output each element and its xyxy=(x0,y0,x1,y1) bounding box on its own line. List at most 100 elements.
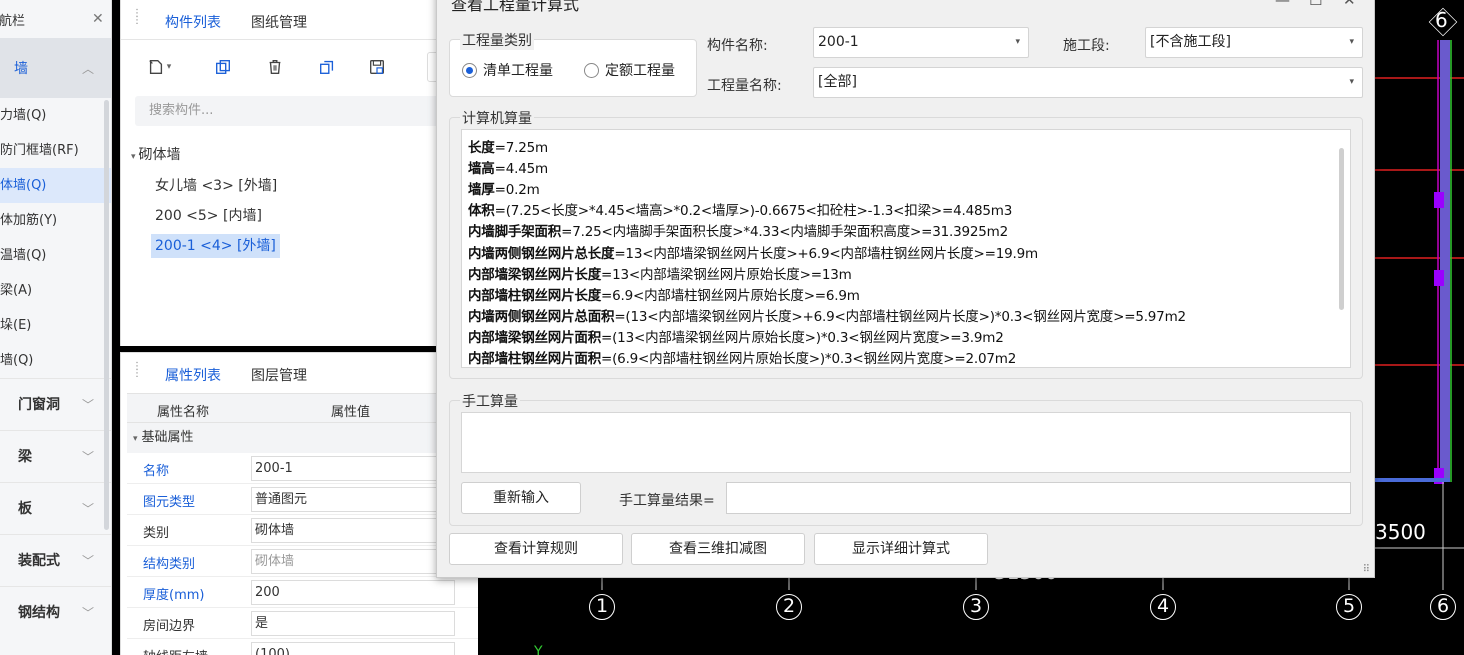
show-detailed-formula-button[interactable]: 显示详细计算式 xyxy=(814,533,988,565)
drag-handle-icon[interactable]: ⋮ ⋮ xyxy=(132,362,142,385)
duplicate-floor-button[interactable] xyxy=(311,52,343,82)
property-name: 房间边界 xyxy=(143,619,196,634)
axis-bubble: 5 xyxy=(1333,590,1365,626)
tab-drawing-management[interactable]: 图纸管理 xyxy=(251,12,307,32)
axis-bubble-label: 5 xyxy=(1343,595,1356,617)
dimension-label-3500: 3500 xyxy=(1375,520,1426,544)
tree-root-masonry-wall[interactable]: ▾ 砌体墙 xyxy=(131,144,181,164)
formula-key: 内墙两侧钢丝网片总长度 xyxy=(468,245,615,262)
nav-item[interactable]: 温墙(Q) xyxy=(0,238,111,273)
chevron-down-icon: ﹀ xyxy=(82,502,95,516)
delete-component-button[interactable] xyxy=(259,52,291,82)
tree-item[interactable]: 女儿墙 <3> [外墙] xyxy=(151,174,281,198)
formula-scrollbar[interactable] xyxy=(1339,148,1344,310)
property-name: 厚度(mm) xyxy=(143,588,205,603)
formula-expression: =(13<内部墙梁钢丝网片长度>+6.9<内部墙柱钢丝网片长度>)*0.3<钢丝… xyxy=(614,308,1186,325)
nav-item[interactable]: 防门框墙(RF) xyxy=(0,133,111,168)
nav-item[interactable]: 墙(Q) xyxy=(0,343,111,378)
view-3d-deduction-button[interactable]: 查看三维扣减图 xyxy=(631,533,805,565)
property-row: 厚度(mm) 200 xyxy=(127,577,479,608)
construction-stage-select[interactable]: [不含施工段] ▾ xyxy=(1145,27,1363,58)
column-header-value: 属性值 xyxy=(331,405,371,420)
save-template-button[interactable] xyxy=(361,52,393,82)
property-value-field[interactable]: 200 xyxy=(251,580,455,605)
tree-item[interactable]: 200 <5> [内墙] xyxy=(151,204,266,228)
quantity-name-label: 工程量名称: xyxy=(707,78,782,94)
chevron-down-icon: ﹀ xyxy=(82,398,95,412)
nav-item[interactable]: 力墙(Q) xyxy=(0,98,111,133)
property-value-field[interactable]: 200-1 xyxy=(251,456,455,481)
formula-expression: =7.25m xyxy=(494,140,549,156)
radio-bill-label: 清单工程量 xyxy=(483,63,553,79)
column-marker xyxy=(1434,192,1444,208)
axis-bubble-label: 6 xyxy=(1437,595,1450,617)
layers-copy-icon xyxy=(320,60,334,74)
chevron-down-icon: ▾ xyxy=(133,434,138,444)
tab-property-list[interactable]: 属性列表 xyxy=(165,365,221,385)
property-section-basic[interactable]: ▾ 基础属性 xyxy=(127,423,479,453)
wall-segment xyxy=(1440,40,1450,482)
copy-icon xyxy=(216,60,230,74)
axis-bubble-top-label: 6 xyxy=(1435,8,1448,32)
minimize-icon[interactable]: — xyxy=(1275,0,1290,9)
formula-line: 长度=7.25m xyxy=(468,136,548,156)
column-marker xyxy=(1434,270,1444,286)
close-icon[interactable]: ✕ xyxy=(92,11,104,27)
nav-group[interactable]: 门窗洞 ﹀ xyxy=(0,378,111,430)
nav-group-label: 装配式 xyxy=(18,553,60,569)
formula-line: 内部墙柱钢丝网片面积=(6.9<内部墙柱钢丝网片原始长度>)*0.3<钢丝网片宽… xyxy=(468,347,1016,367)
tree-item[interactable]: 200-1 <4> [外墙] xyxy=(151,234,280,258)
formula-key: 内部墙梁钢丝网片面积 xyxy=(468,329,601,346)
property-name: 图元类型 xyxy=(143,495,196,510)
formula-text-area[interactable]: 长度=7.25m 墙高=4.45m 墙厚=0.2m 体积=(7.25<长度>*4.45… xyxy=(461,129,1351,368)
formula-expression: =4.45m xyxy=(494,161,549,178)
nav-group-label: 钢结构 xyxy=(18,605,60,621)
radio-checked-icon xyxy=(462,62,477,78)
property-value-field[interactable]: 砌体墙 xyxy=(251,549,455,574)
manual-quantity-legend: 手工算量 xyxy=(460,391,520,411)
component-search-input[interactable]: 搜索构件... xyxy=(135,96,465,126)
tree-root-label: 砌体墙 xyxy=(138,147,181,163)
chevron-down-icon: ▾ xyxy=(1349,37,1354,47)
formula-line: 墙高=4.45m xyxy=(468,157,548,177)
tab-component-list[interactable]: 构件列表 xyxy=(165,12,221,32)
new-component-button[interactable]: ▾ xyxy=(135,52,183,82)
axis-bubble-label: 2 xyxy=(783,595,796,617)
tab-layer-management[interactable]: 图层管理 xyxy=(251,365,307,385)
property-value-field[interactable]: 砌体墙 xyxy=(251,518,455,543)
maximize-icon[interactable]: ☐ xyxy=(1309,0,1322,9)
manual-result-input[interactable] xyxy=(726,482,1351,514)
close-icon[interactable]: ✕ xyxy=(1343,0,1356,9)
nav-group-wall-label: 墙 xyxy=(14,61,28,77)
radio-bill-quantity[interactable]: 清单工程量 xyxy=(462,60,553,80)
nav-item[interactable]: 体加筋(Y) xyxy=(0,203,111,238)
property-panel: ⋮ ⋮ 属性列表 图层管理 属性名称 属性值 ▾ 基础属性 名称 200-1 图元类型 普… xyxy=(120,352,479,655)
chevron-down-icon: ▾ xyxy=(1349,77,1354,87)
component-name-select[interactable]: 200-1 ▾ xyxy=(813,27,1029,58)
copy-component-button[interactable] xyxy=(207,52,239,82)
property-name: 名称 xyxy=(143,464,170,479)
nav-group[interactable]: 钢结构 ﹀ xyxy=(0,586,111,638)
nav-item[interactable]: 梁(A) xyxy=(0,273,111,308)
nav-item[interactable]: 体墙(Q) xyxy=(0,168,111,203)
radio-quota-quantity[interactable]: 定额工程量 xyxy=(584,60,675,80)
chevron-down-icon: ▾ xyxy=(1015,37,1020,47)
axis-bubble: 1 xyxy=(586,590,618,626)
property-value-field[interactable]: (100) xyxy=(251,642,455,655)
property-value-field[interactable]: 普通图元 xyxy=(251,487,455,512)
property-value-field[interactable]: 是 xyxy=(251,611,455,636)
nav-group[interactable]: 板 ﹀ xyxy=(0,482,111,534)
nav-group[interactable]: 梁 ﹀ xyxy=(0,430,111,482)
formula-expression: =13<内部墙梁钢丝网片原始长度>=13m xyxy=(601,266,852,283)
quantity-name-select[interactable]: [全部] ▾ xyxy=(813,67,1363,98)
nav-group-wall[interactable]: 墙 ︿ xyxy=(0,38,111,98)
nav-scrollbar[interactable] xyxy=(104,100,109,530)
resize-grip-icon[interactable]: ⠿ xyxy=(1363,564,1370,575)
drag-handle-icon[interactable]: ⋮ ⋮ xyxy=(132,9,142,32)
nav-group[interactable]: 装配式 ﹀ xyxy=(0,534,111,586)
property-name: 结构类别 xyxy=(143,557,196,572)
reenter-button[interactable]: 重新输入 xyxy=(461,482,581,514)
manual-input-area[interactable] xyxy=(461,412,1351,473)
nav-item[interactable]: 垛(E) xyxy=(0,308,111,343)
view-rules-button[interactable]: 查看计算规则 xyxy=(449,533,623,565)
